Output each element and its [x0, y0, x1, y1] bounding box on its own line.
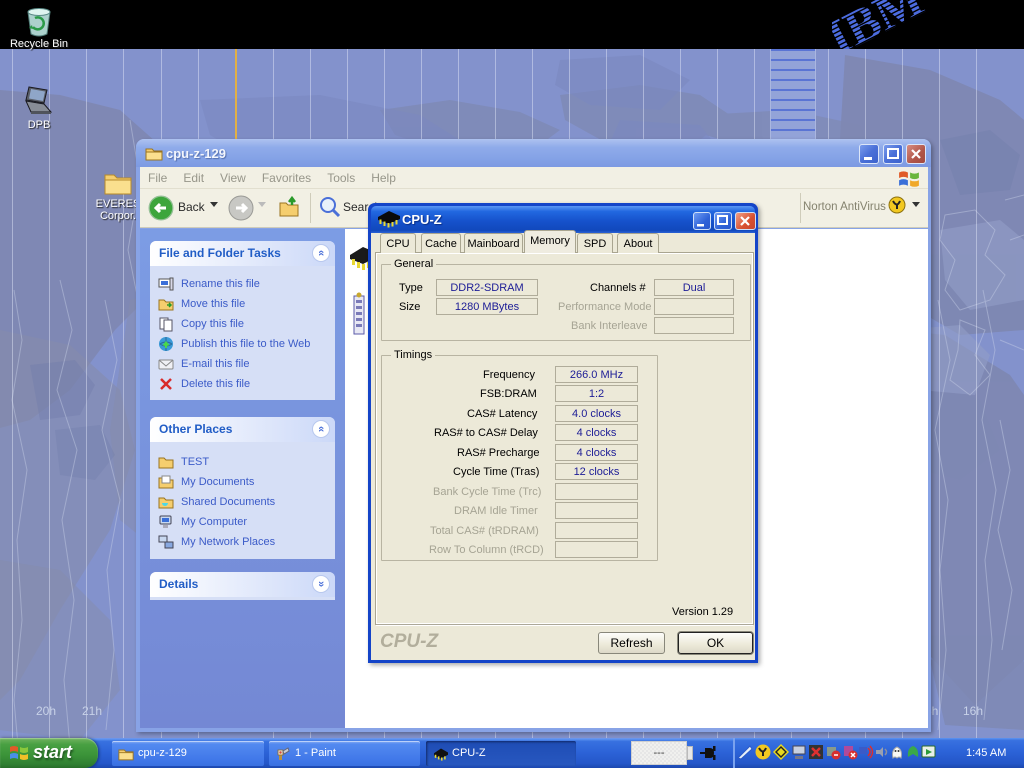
svg-text:IBM: IBM	[832, 0, 932, 49]
